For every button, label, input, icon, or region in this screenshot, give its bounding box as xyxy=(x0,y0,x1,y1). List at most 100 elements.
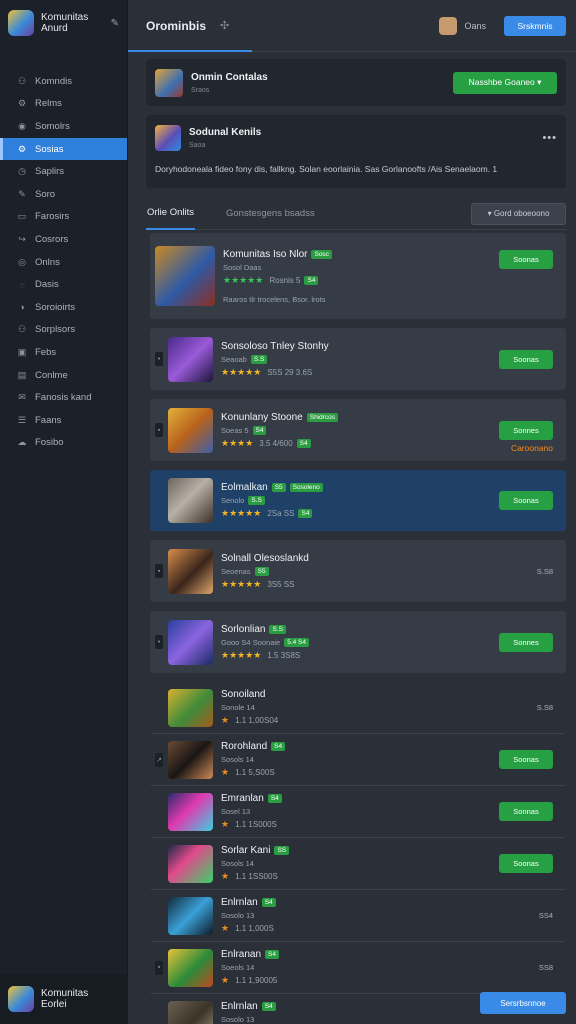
sidebar-item-14[interactable]: ✉ Fanosis kand xyxy=(0,386,127,409)
sidebar-item-label: Saplirs xyxy=(35,166,65,178)
game-rating: ★ 1.1 1,000S xyxy=(221,923,566,934)
game-row[interactable]: Komunitas Iso Nlor Sosc Sosol Daas ★★★★★ Ros… xyxy=(150,233,566,319)
game-rating-text: 2Sa SS xyxy=(267,509,295,518)
game-row[interactable]: Sorlar Kani SS Sosols 14 ★ 1.1 1SS00S Soonas xyxy=(150,838,566,890)
game-meta-text: Sonole 14 xyxy=(221,703,255,712)
sidebar-item-12[interactable]: ▣ Febs xyxy=(0,341,127,364)
sidebar-item-15[interactable]: ☰ Faans xyxy=(0,409,127,432)
game-action-button[interactable]: Soonas xyxy=(499,854,553,873)
game-row[interactable]: ▪ Solnall Olesoslankd Seoenas S5 ★★★★★ 3S5 SS… xyxy=(150,540,566,602)
game-list: Komunitas Iso Nlor Sosc Sosol Daas ★★★★★ Ros… xyxy=(150,233,566,1024)
drag-handle-icon[interactable]: ▪ xyxy=(155,423,163,437)
game-row[interactable]: • Sonsoloso Tnley Stonhy Seaoab S.S ★★★★★ S5S… xyxy=(150,328,566,390)
floating-action-button[interactable]: Sersrbsnnoe xyxy=(480,992,566,1014)
game-thumbnail[interactable] xyxy=(168,688,213,727)
main-panel: Orominbis ✣ Oans Srskmnis Onmin Contalas… xyxy=(128,0,576,1024)
game-title: Komunitas Iso Nlor xyxy=(223,248,308,260)
game-thumbnail[interactable] xyxy=(168,619,213,665)
top-bar: Orominbis ✣ Oans Srskmnis xyxy=(128,0,576,52)
game-thumbnail[interactable] xyxy=(168,896,213,935)
sidebar-item-7[interactable]: ↪ Cosrors xyxy=(0,228,127,251)
game-thumbnail[interactable] xyxy=(168,548,213,594)
drag-handle-icon[interactable]: • xyxy=(155,635,163,649)
game-rating: ★ 1.1 5,S00S xyxy=(221,767,499,778)
drag-handle-icon[interactable]: ▪ xyxy=(155,564,163,578)
game-thumbnail[interactable] xyxy=(168,792,213,831)
star-rating-icon: ★★★★★ xyxy=(221,578,262,589)
game-rating-text: 1.1 1,00S04 xyxy=(235,716,279,725)
sidebar-item-5[interactable]: ✎ Soro xyxy=(0,183,127,206)
game-thumbnail[interactable] xyxy=(168,478,213,523)
game-rating-badge: S4 xyxy=(298,509,313,518)
sidebar-item-2[interactable]: ◉ Somolrs xyxy=(0,115,127,138)
game-action-button[interactable]: Sonnas xyxy=(499,802,553,821)
game-thumbnail[interactable] xyxy=(168,336,213,382)
sidebar-item-9[interactable]: ◌ Dasis xyxy=(0,273,127,296)
mail-icon: ✉ xyxy=(18,392,26,403)
game-row[interactable]: Sonoiland Sonole 14 ★ 1.1 1,00S04 S.S8 xyxy=(150,682,566,734)
tab-online[interactable]: Orlie Onlits xyxy=(146,198,195,230)
star-icon: ★ xyxy=(221,923,230,933)
contacts-dropdown-button[interactable]: Nasshbe Goaneo ▾ xyxy=(453,71,557,94)
game-action-button[interactable]: Soonas xyxy=(499,250,553,269)
game-row[interactable]: • Sorlonlian S.S Gooo S4 Soonaie 5.4 S4 ★★★★★… xyxy=(150,611,566,673)
social-thumbnail xyxy=(155,125,181,151)
game-rating-text: 1.5 3S8S xyxy=(267,650,301,660)
game-thumbnail[interactable] xyxy=(168,844,213,883)
game-row[interactable]: Eolmalkan S5 Sosoleno Senolo S.S ★★★★★ 2Sa SS S… xyxy=(150,470,566,531)
sidebar-item-8[interactable]: ◎ Onlns xyxy=(0,251,127,274)
game-row[interactable]: Emranlan S4 Sosel 13 ★ 1.1 1S000S Sonnas xyxy=(150,786,566,838)
sidebar-item-13[interactable]: ▤ Conlme xyxy=(0,364,127,387)
game-row[interactable]: Enlrnlan S4 Sosolo 13 ★ 1.1 1,000S SS4 xyxy=(150,890,566,942)
sidebar-item-3[interactable]: ⚙ Sosias xyxy=(0,137,127,161)
game-action-button[interactable]: Soonas xyxy=(499,750,553,769)
sidebar-item-6[interactable]: ▭ Farosirs xyxy=(0,206,127,229)
star-rating-icon: ★★★★★ xyxy=(221,366,262,377)
sidebar-footer[interactable]: Komunitas Eorlei xyxy=(0,974,128,1024)
game-thumbnail[interactable] xyxy=(168,1000,213,1024)
game-name: Konunlany Stoone Shidrcos xyxy=(221,412,499,423)
brand[interactable]: Komunitas Anurd ✎ xyxy=(0,0,127,46)
game-meta-text: Sosols 14 xyxy=(221,755,254,764)
game-meta-badge: S.S xyxy=(250,354,268,364)
game-action-button[interactable]: Soonas xyxy=(499,349,553,369)
header-action-button[interactable]: Srskmnis xyxy=(504,15,566,36)
more-options-icon[interactable]: ••• xyxy=(542,132,557,144)
game-thumbnail[interactable] xyxy=(155,246,215,306)
game-rating: ★ 1.1 1SS00S xyxy=(221,871,499,882)
game-action-button[interactable]: Soonas xyxy=(499,491,553,510)
sort-dropdown[interactable]: ▾ Gord oboeoono xyxy=(471,202,566,225)
user-avatar[interactable] xyxy=(439,16,458,35)
star-icon: ★ xyxy=(221,715,230,725)
star-icon: ★ xyxy=(221,819,230,829)
brand-name: Komunitas Anurd xyxy=(41,12,111,34)
game-action-button[interactable]: Sonnes xyxy=(499,420,553,440)
drag-handle-icon[interactable]: ▪ xyxy=(155,960,163,975)
sidebar-item-10[interactable]: ◑ Soroioirts xyxy=(0,296,127,319)
pencil-icon[interactable]: ✎ xyxy=(111,18,119,29)
sidebar-item-16[interactable]: ☁ Fosibo xyxy=(0,432,127,455)
game-row[interactable]: ▪ Enlranan S4 Soeols 14 ★ 1.1 1,90005 SS8 xyxy=(150,942,566,994)
sidebar-item-11[interactable]: ⚇ Sorplsors xyxy=(0,319,127,342)
game-action-button[interactable]: Sonnes xyxy=(499,632,553,652)
game-meta: Sosols 14 xyxy=(221,859,499,868)
drag-handle-icon[interactable]: ↗ xyxy=(155,752,163,767)
game-badge: S.S xyxy=(269,624,286,634)
contacts-title: Onmin Contalas xyxy=(191,71,268,83)
game-meta-badge: 5.4 S4 xyxy=(284,637,310,647)
user-name[interactable]: Oans xyxy=(464,21,486,31)
drag-handle-icon[interactable]: • xyxy=(155,352,163,366)
tab-groups[interactable]: Gonstesgens bsadss xyxy=(225,198,316,230)
sidebar-item-1[interactable]: ⚙ Relms xyxy=(0,93,127,116)
sidebar-item-0[interactable]: ⚇ Komndis xyxy=(0,70,127,93)
game-badge: S4 xyxy=(261,1002,276,1011)
game-thumbnail[interactable] xyxy=(168,740,213,779)
plus-icon[interactable]: ✣ xyxy=(220,19,229,32)
game-title: Sorlonlian xyxy=(221,623,266,635)
game-row[interactable]: ▪ Konunlany Stoone Shidrcos Soeas 5 S4 ★★★★ 3.… xyxy=(150,399,566,461)
game-thumbnail[interactable] xyxy=(168,948,213,987)
game-meta-text: Sosel 13 xyxy=(221,807,251,816)
game-row[interactable]: ↗ Rorohland S4 Sosols 14 ★ 1.1 5,S00S Soonas xyxy=(150,734,566,786)
game-thumbnail[interactable] xyxy=(168,407,213,453)
sidebar-item-4[interactable]: ◷ Saplirs xyxy=(0,160,127,183)
